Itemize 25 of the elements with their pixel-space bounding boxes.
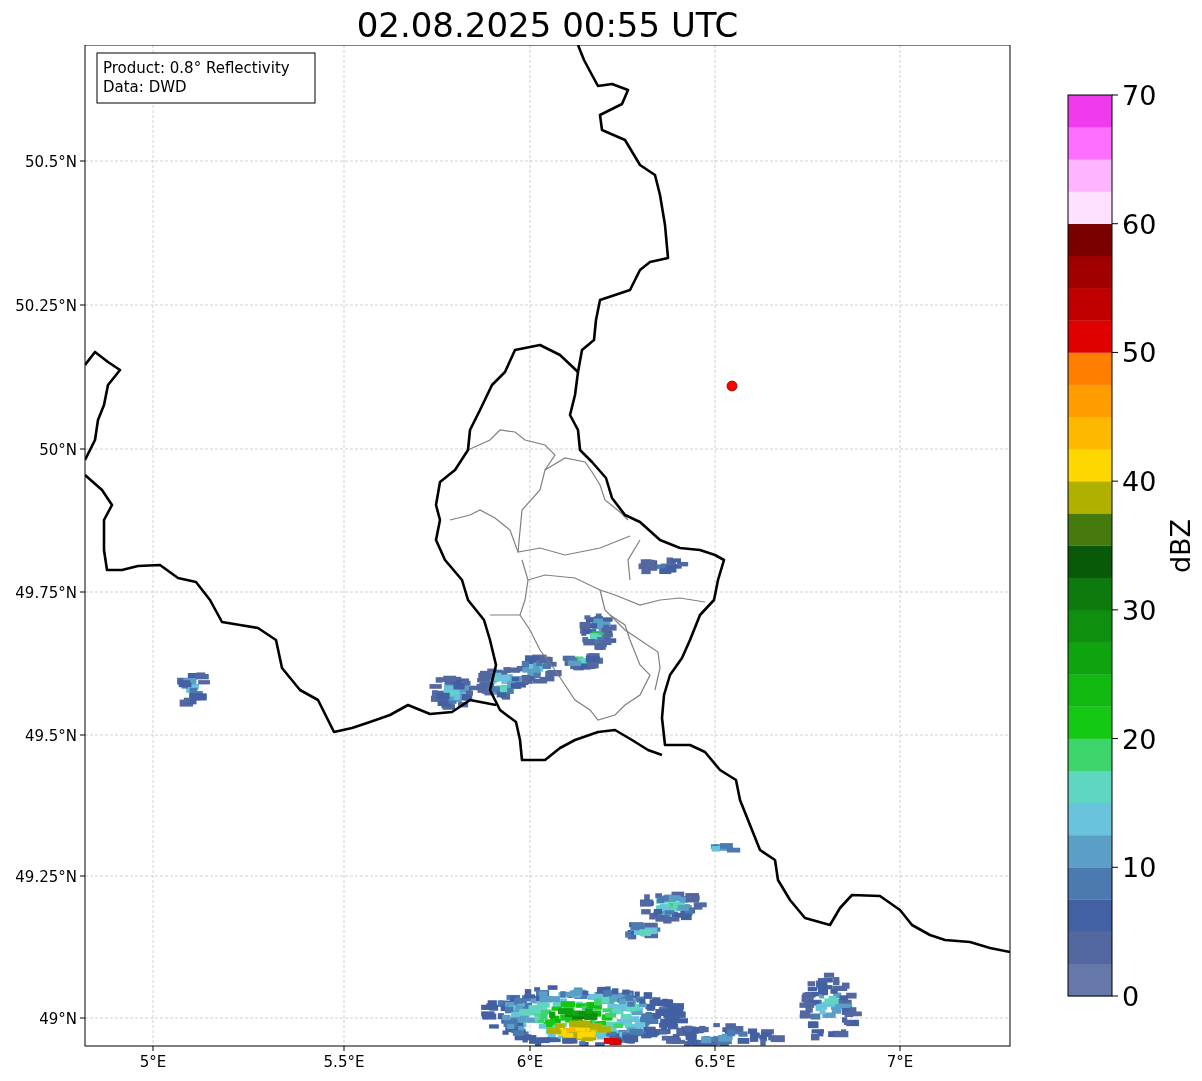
- colorbar-tick-label: 70: [1122, 80, 1157, 111]
- latitude-label: 50°N: [39, 441, 77, 459]
- colorbar-tick-label: 40: [1122, 466, 1157, 498]
- colorbar-tick-label: 60: [1122, 208, 1157, 240]
- colorbar-tick-label: 10: [1122, 852, 1157, 884]
- longitude-label: 7°E: [886, 1053, 914, 1071]
- latitude-label: 49°N: [39, 1010, 77, 1028]
- info-text: Data: DWD: [103, 78, 187, 96]
- latitude-label: 49.75°N: [15, 584, 77, 602]
- longitude-label: 5°E: [139, 1053, 167, 1071]
- colorbar-label: dBZ: [1165, 518, 1196, 574]
- latitude-label: 49.5°N: [24, 727, 77, 745]
- longitude-label: 6°E: [516, 1053, 544, 1071]
- longitude-label: 5.5°E: [323, 1053, 365, 1071]
- colorbar-tick-label: 50: [1122, 337, 1157, 369]
- latitude-label: 50.25°N: [15, 297, 77, 315]
- latitude-label: 50.5°N: [24, 153, 77, 171]
- location-marker: [726, 380, 738, 392]
- colorbar-tick-label: 0: [1122, 981, 1140, 1012]
- colorbar-tick-label: 30: [1122, 594, 1157, 626]
- colorbar-tick-label: 20: [1122, 723, 1157, 755]
- latitude-label: 49.25°N: [15, 868, 77, 886]
- chart-title: 02.08.2025 00:55 UTC: [356, 5, 739, 45]
- info-text: Product: 0.8° Reflectivity: [103, 59, 290, 77]
- longitude-label: 6.5°E: [694, 1053, 736, 1071]
